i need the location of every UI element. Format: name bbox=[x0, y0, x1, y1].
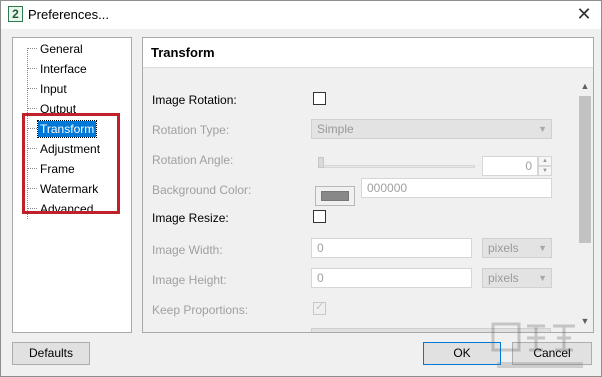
tree-item-label: Interface bbox=[40, 62, 87, 76]
keep-proportions-label: Keep Proportions: bbox=[152, 303, 249, 317]
window-title: Preferences... bbox=[28, 7, 109, 22]
scrollbar-thumb[interactable] bbox=[579, 96, 591, 243]
rotation-type-label: Rotation Type: bbox=[152, 123, 230, 137]
close-icon[interactable]: ✕ bbox=[571, 4, 597, 26]
rotation-type-value: Simple bbox=[317, 122, 354, 136]
panel-title: Transform bbox=[151, 45, 215, 60]
preferences-dialog: 2 Preferences... ✕ General Interface Inp… bbox=[0, 0, 602, 377]
image-width-unit-select[interactable]: pixels ▼ bbox=[482, 238, 552, 258]
image-height-label: Image Height: bbox=[152, 273, 227, 287]
color-swatch bbox=[321, 191, 349, 201]
image-resize-checkbox[interactable] bbox=[313, 210, 326, 223]
tree-item-label: Input bbox=[40, 82, 67, 96]
tree-item-label: General bbox=[40, 42, 83, 56]
image-rotation-checkbox[interactable] bbox=[313, 92, 326, 105]
site-watermark-logo bbox=[491, 322, 583, 368]
panel-scrollbar[interactable]: ▲ ▼ bbox=[577, 68, 593, 332]
image-resize-label: Image Resize: bbox=[152, 211, 229, 225]
defaults-button[interactable]: Defaults bbox=[12, 342, 90, 365]
chevron-down-icon: ▼ bbox=[538, 243, 547, 253]
rotation-type-select[interactable]: Simple ▼ bbox=[311, 119, 552, 139]
rotation-angle-spinbox[interactable]: 0 bbox=[482, 156, 538, 176]
image-width-field[interactable]: 0 bbox=[311, 238, 472, 258]
image-rotation-label: Image Rotation: bbox=[152, 93, 237, 107]
background-color-field[interactable]: 000000 bbox=[361, 178, 552, 198]
panel-header: Transform bbox=[143, 38, 593, 68]
chevron-down-icon: ▼ bbox=[538, 124, 547, 134]
app-icon: 2 bbox=[8, 6, 23, 22]
image-width-label: Image Width: bbox=[152, 243, 223, 257]
background-color-swatch-button[interactable] bbox=[315, 186, 355, 206]
highlight-annotation-box bbox=[22, 113, 120, 214]
image-height-unit-select[interactable]: pixels ▼ bbox=[482, 268, 552, 288]
title-bar: 2 Preferences... ✕ bbox=[1, 1, 601, 29]
settings-panel: Transform Image Rotation: Rotation Type:… bbox=[142, 37, 594, 333]
image-height-unit-value: pixels bbox=[488, 271, 519, 285]
background-color-label: Background Color: bbox=[152, 183, 252, 197]
panel-body bbox=[143, 68, 577, 332]
spin-up-icon[interactable]: ▲ bbox=[538, 156, 552, 166]
spin-down-icon[interactable]: ▼ bbox=[538, 166, 552, 176]
rotation-angle-slider-track[interactable] bbox=[320, 165, 475, 168]
image-height-field[interactable]: 0 bbox=[311, 268, 472, 288]
scroll-up-icon[interactable]: ▲ bbox=[577, 78, 593, 94]
chevron-down-icon: ▼ bbox=[538, 273, 547, 283]
image-width-unit-value: pixels bbox=[488, 241, 519, 255]
rotation-angle-slider-thumb[interactable] bbox=[318, 157, 324, 168]
rotation-angle-label: Rotation Angle: bbox=[152, 153, 234, 167]
keep-proportions-checkbox[interactable] bbox=[313, 300, 326, 315]
